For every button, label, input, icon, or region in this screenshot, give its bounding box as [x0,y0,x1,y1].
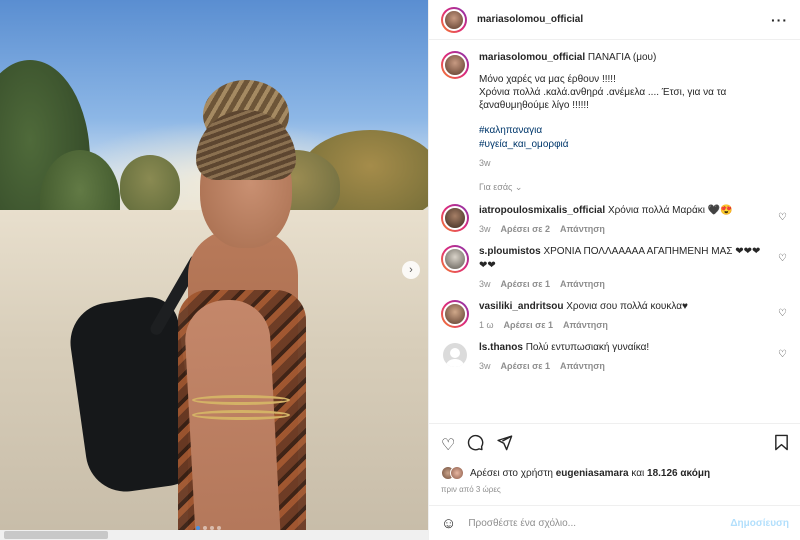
comment-time: 3w [479,361,491,371]
comment-text: Χρονια σου πολλά κουκλα♥ [566,301,688,312]
likes-middle: και [631,467,645,479]
comment-input[interactable] [468,517,731,529]
caption: mariasolomou_official ΠΑΝΑΓΙΑ (μου) Μόνο… [441,51,789,168]
post-author-username[interactable]: mariasolomou_official [477,14,583,25]
default-avatar[interactable] [443,343,467,367]
liker-avatars [441,466,464,480]
avatar[interactable] [441,245,469,273]
add-comment-bar: ☺ Δημοσίευση [429,505,800,540]
comment-likes[interactable]: Αρέσει σε 2 [501,224,551,234]
for-you-label: Για εσάς [479,182,513,192]
avatar[interactable] [441,300,469,328]
heart-icon[interactable]: ♡ [778,308,787,319]
post-header: mariasolomou_official ··· [429,0,800,40]
heart-icon[interactable]: ♡ [778,212,787,223]
bangle [192,410,290,420]
likes-count[interactable]: 18.126 ακόμη [647,468,710,479]
emoji-icon[interactable]: ☺ [441,515,456,532]
avatar[interactable] [441,6,467,33]
post-side-panel: mariasolomou_official ··· mariasolomou_o… [428,0,800,540]
comment-time: 3w [479,224,491,234]
comment: ls.thanos Πολύ εντυπωσιακή γυναίκα! 3w Α… [441,341,789,371]
scrollbar-thumb[interactable] [4,531,108,539]
comment: s.ploumistos ΧΡΟΝΙΑ ΠΟΛΛΑΑΑΑΑ ΑΓΑΠΗΜΕΝΗ … [441,245,789,289]
comment-username[interactable]: iatropoulosmixalis_official [479,205,605,216]
comment-likes[interactable]: Αρέσει σε 1 [501,279,551,289]
comment-icon[interactable] [467,434,484,456]
hashtag-link[interactable]: #καληπαναγια [479,124,769,138]
likes-prefix: Αρέσει στο χρήστη [470,467,553,479]
avatar[interactable] [441,51,469,79]
comment-text: Πολύ εντυπωσιακή γυναίκα! [525,342,650,353]
comment-time: 1 ω [479,320,494,330]
comment-username[interactable]: vasiliki_andritsou [479,301,563,312]
comment: vasiliki_andritsou Χρονια σου πολλά κουκ… [441,300,789,330]
reply-button[interactable]: Απάντηση [563,320,608,330]
comment-text: Χρόνια πολλά Μαράκι 🖤😍 [607,205,733,216]
tree [120,155,180,215]
reply-button[interactable]: Απάντηση [560,361,605,371]
comment-likes[interactable]: Αρέσει σε 1 [504,320,554,330]
chevron-down-icon: ⌄ [514,182,523,192]
comment-username[interactable]: ls.thanos [479,342,523,353]
post-comment-button[interactable]: Δημοσίευση [730,518,789,529]
bangle [192,395,290,405]
next-slide-button[interactable]: › [402,261,420,279]
heart-icon[interactable]: ♡ [441,435,455,455]
hashtags: #καληπαναγια #υγεία_και_ομορφιά [479,124,769,152]
liker-username[interactable]: eugeniasamara [556,468,629,479]
comment-time: 3w [479,279,491,289]
comment-likes[interactable]: Αρέσει σε 1 [501,361,551,371]
heart-icon[interactable]: ♡ [778,253,787,264]
avatar[interactable] [441,204,469,232]
more-horizontal-icon[interactable]: ··· [771,12,788,28]
comments-list: mariasolomou_official ΠΑΝΑΓΙΑ (μου) Μόνο… [429,41,800,423]
caption-time: 3w [479,158,491,168]
post-actions: ♡ Αρέσει στο χρήστη eugeniasamara και 18… [429,423,800,494]
likes-summary[interactable]: Αρέσει στο χρήστη eugeniasamara και 18.1… [441,466,789,480]
post-time: πριν από 3 ώρες [441,485,501,494]
reply-button[interactable]: Απάντηση [560,224,605,234]
comment-username[interactable]: s.ploumistos [479,246,541,257]
for-you-toggle[interactable]: Για εσάς ⌄ [479,182,789,193]
caption-username[interactable]: mariasolomou_official [479,52,585,63]
reply-button[interactable]: Απάντηση [560,279,605,289]
bookmark-icon[interactable] [774,434,789,456]
post-photo[interactable]: › [0,0,428,540]
heart-icon[interactable]: ♡ [778,349,787,360]
caption-body: Μόνο χαρές να μας έρθουν !!!!! Χρόνια πο… [479,74,727,111]
hashtag-link[interactable]: #υγεία_και_ομορφιά [479,138,769,152]
comment: iatropoulosmixalis_official Χρόνια πολλά… [441,204,789,234]
chevron-right-icon: › [409,264,413,276]
send-icon[interactable] [496,434,513,456]
caption-title: ΠΑΝΑΓΙΑ (μου) [587,52,657,63]
